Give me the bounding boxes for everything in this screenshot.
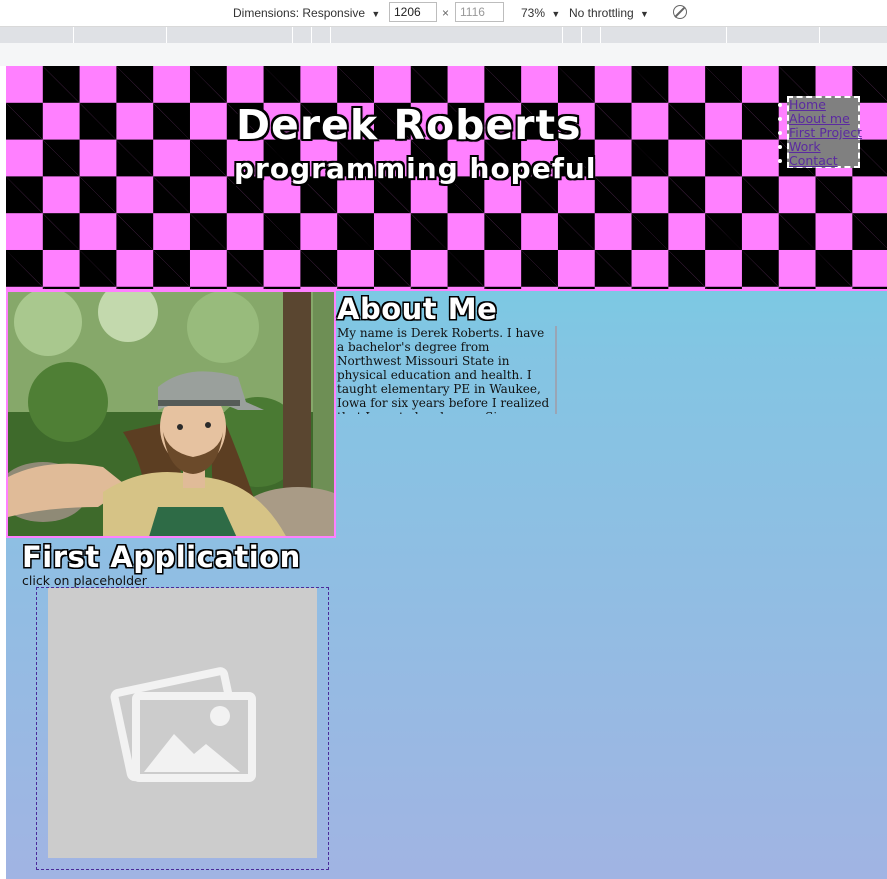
ruler-divider — [562, 27, 563, 43]
nav-item-contact: Contact — [778, 153, 858, 168]
throttling-value: No throttling — [569, 6, 634, 20]
ruler-divider — [330, 27, 331, 43]
dimensions-dropdown[interactable]: Dimensions: Responsive ▼ — [233, 6, 380, 20]
nav-item-work: Work — [778, 139, 858, 154]
first-application-heading: First Application — [22, 540, 301, 574]
chevron-down-icon: ▼ — [551, 9, 561, 19]
nav-link-home[interactable]: Home — [789, 97, 826, 112]
ruler-divider — [166, 27, 167, 43]
nav-link-work[interactable]: Work — [789, 139, 821, 154]
nav-item-first-project: First Project — [778, 126, 862, 140]
about-heading: About Me — [337, 292, 498, 326]
chevron-down-icon: ▼ — [640, 9, 649, 19]
profile-photo — [6, 290, 336, 538]
zoom-dropdown[interactable]: 73% ▼ — [521, 6, 560, 20]
ruler-divider — [819, 27, 820, 43]
nav-link-contact[interactable]: Contact — [789, 153, 838, 168]
site-subtitle: programming hopeful — [234, 152, 597, 185]
profile-photo-illustration — [8, 292, 334, 536]
height-input[interactable]: 1116 — [455, 2, 504, 22]
zoom-value: 73% — [521, 6, 546, 20]
toolbar-spacer — [0, 43, 887, 66]
nav-link-first-project[interactable]: First Project — [789, 125, 862, 140]
media-query-ruler[interactable] — [0, 27, 887, 43]
application-placeholder-link[interactable] — [36, 587, 329, 870]
site-nav: Home About me First Project Work Contact — [778, 96, 862, 168]
throttling-dropdown[interactable]: No throttling ▼ — [569, 6, 649, 20]
chevron-down-icon: ▼ — [371, 9, 381, 19]
ruler-divider — [600, 27, 601, 43]
width-input[interactable]: 1206 — [389, 2, 437, 22]
times-separator: × — [442, 6, 450, 20]
dimensions-label: Dimensions: Responsive — [233, 6, 366, 20]
nav-item-home: Home — [778, 97, 858, 112]
about-text[interactable]: My name is Derek Roberts. I have a bache… — [337, 326, 557, 414]
ruler-divider — [581, 27, 582, 43]
ruler-divider — [73, 27, 74, 43]
no-throttle-icon[interactable] — [673, 5, 687, 19]
device-toolbar: Dimensions: Responsive ▼ 1206 × 1116 73%… — [0, 0, 887, 27]
ruler-divider — [726, 27, 727, 43]
page-viewport: Derek Roberts programming hopeful Home A… — [6, 66, 887, 879]
site-header: Derek Roberts programming hopeful Home A… — [6, 66, 887, 291]
application-placeholder-image[interactable] — [48, 588, 317, 858]
nav-link-about[interactable]: About me — [789, 111, 850, 126]
ruler-divider — [292, 27, 293, 43]
image-placeholder-icon — [110, 667, 256, 782]
ruler-divider — [311, 27, 312, 43]
application-caption: click on placeholder — [22, 573, 147, 588]
site-title: Derek Roberts — [236, 101, 582, 149]
nav-item-about: About me — [778, 111, 858, 126]
